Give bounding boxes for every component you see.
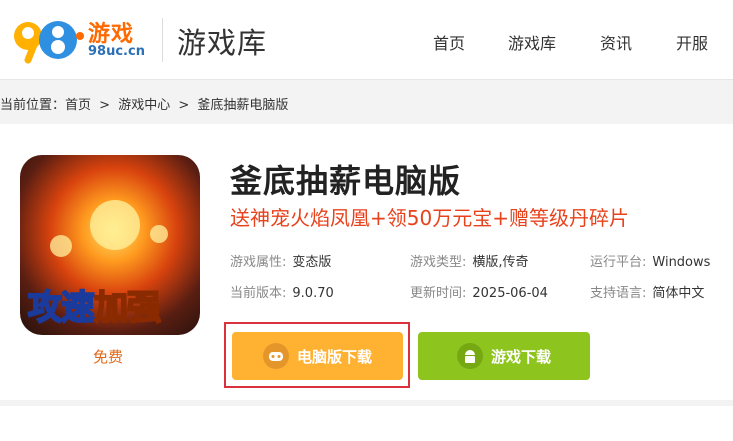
breadcrumb-home[interactable]: 首页 (65, 98, 91, 113)
attr-update-time: 更新时间: 2025-06-04 (410, 286, 548, 301)
breadcrumb-prefix: 当前位置： (0, 98, 66, 113)
attr-game-property: 游戏属性: 变态版 (230, 255, 332, 270)
attr-language: 支持语言: 简体中文 (590, 286, 705, 301)
nav-home[interactable]: 首页 (433, 30, 465, 54)
logo-domain: 98uc.cn (88, 44, 145, 59)
pc-download-button[interactable]: 电脑版下载 (232, 332, 403, 380)
attr-platform: 运行平台: Windows (590, 255, 711, 270)
game-icon[interactable]: 攻速加强 (20, 155, 200, 335)
breadcrumb: 当前位置：首页 > 游戏中心 > 釜底抽薪电脑版 (0, 94, 292, 113)
breadcrumb-current: 釜底抽薪电脑版 (197, 98, 289, 113)
attr-game-type: 游戏类型: 横版,传奇 (410, 255, 529, 270)
android-download-button[interactable]: 游戏下载 (418, 332, 590, 380)
breadcrumb-separator: > (178, 98, 190, 113)
breadcrumb-game-center[interactable]: 游戏中心 (118, 98, 170, 113)
nav-game-library[interactable]: 游戏库 (508, 30, 556, 54)
android-download-label: 游戏下载 (490, 347, 551, 366)
game-promo-subtitle: 送神宠火焰凤凰+领50万元宝+赠等级丹碎片 (230, 206, 629, 230)
logo-98-icon (14, 21, 84, 64)
nav-server[interactable]: 开服 (676, 30, 708, 54)
gamepad-icon (262, 343, 289, 369)
game-detail-card: 攻速加强 免费 釜底抽薪电脑版 送神宠火焰凤凰+领50万元宝+赠等级丹碎片 游戏… (0, 124, 733, 400)
next-section-card (0, 406, 733, 441)
pc-download-label: 电脑版下载 (296, 347, 372, 366)
breadcrumb-separator: > (99, 98, 111, 113)
game-icon-caption: 攻速加强 (27, 287, 162, 329)
logo-divider (162, 18, 163, 62)
site-header: 游戏 98uc.cn 游戏库 首页 游戏库 资讯 开服 (0, 0, 733, 80)
site-logo[interactable]: 游戏 98uc.cn (10, 10, 150, 68)
game-title: 釜底抽薪电脑版 (230, 162, 462, 200)
section-title: 游戏库 (177, 26, 268, 60)
nav-news[interactable]: 资讯 (600, 30, 632, 54)
android-icon (456, 343, 483, 369)
price-label: 免费 (93, 348, 124, 366)
attr-version: 当前版本: 9.0.70 (230, 286, 334, 301)
